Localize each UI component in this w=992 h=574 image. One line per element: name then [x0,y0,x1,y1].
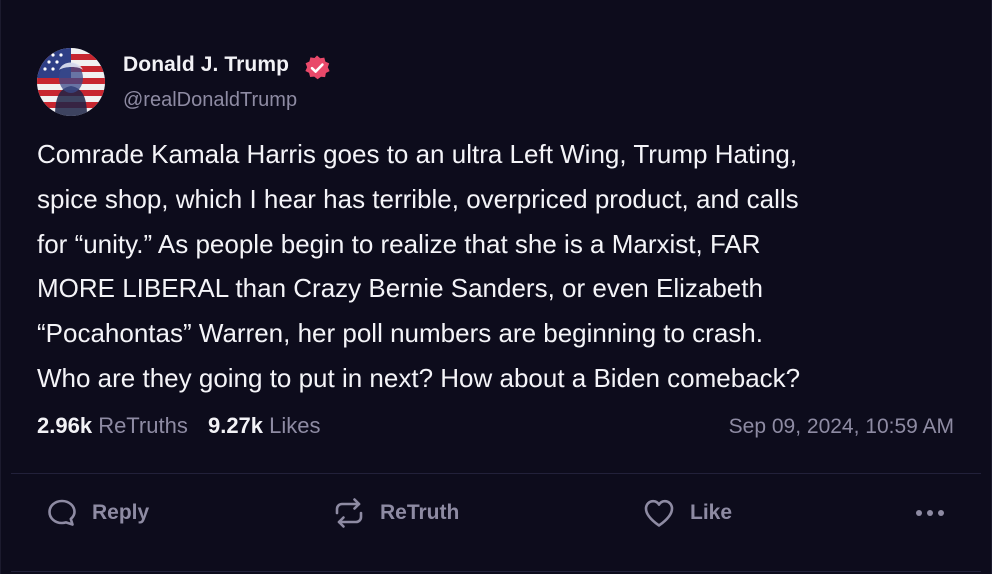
like-label: Like [690,501,733,524]
speech-bubble-icon [48,499,76,526]
bottom-divider [11,571,981,572]
retruths-label[interactable]: ReTruths [98,413,188,438]
avatar-image [37,48,105,116]
heart-icon [644,499,674,527]
post-timestamp[interactable]: Sep 09, 2024, 10:59 AM [729,415,954,439]
author-handle[interactable]: @realDonaldTrump [123,89,297,112]
ellipsis-icon [916,510,944,516]
author-name[interactable]: Donald J. Trump [123,53,289,77]
action-divider [11,473,981,474]
reply-label: Reply [92,501,150,524]
avatar[interactable] [37,48,105,116]
verified-badge-icon [305,55,330,80]
more-options-button[interactable] [909,495,951,531]
reply-button[interactable]: Reply [46,493,149,533]
post-stats: 2.96k ReTruths 9.27k Likes [37,413,321,439]
like-button[interactable]: Like [642,493,732,533]
post-card: Donald J. Trump @realDonaldTrump Comrade… [0,0,992,574]
retruths-count[interactable]: 2.96k [37,413,92,438]
post-text: Comrade Kamala Harris goes to an ultra L… [37,139,801,393]
likes-label[interactable]: Likes [269,413,320,438]
likes-count[interactable]: 9.27k [208,413,263,438]
retruth-label: ReTruth [380,501,460,524]
repost-arrows-icon [335,498,363,528]
retruth-button[interactable]: ReTruth [332,493,459,533]
